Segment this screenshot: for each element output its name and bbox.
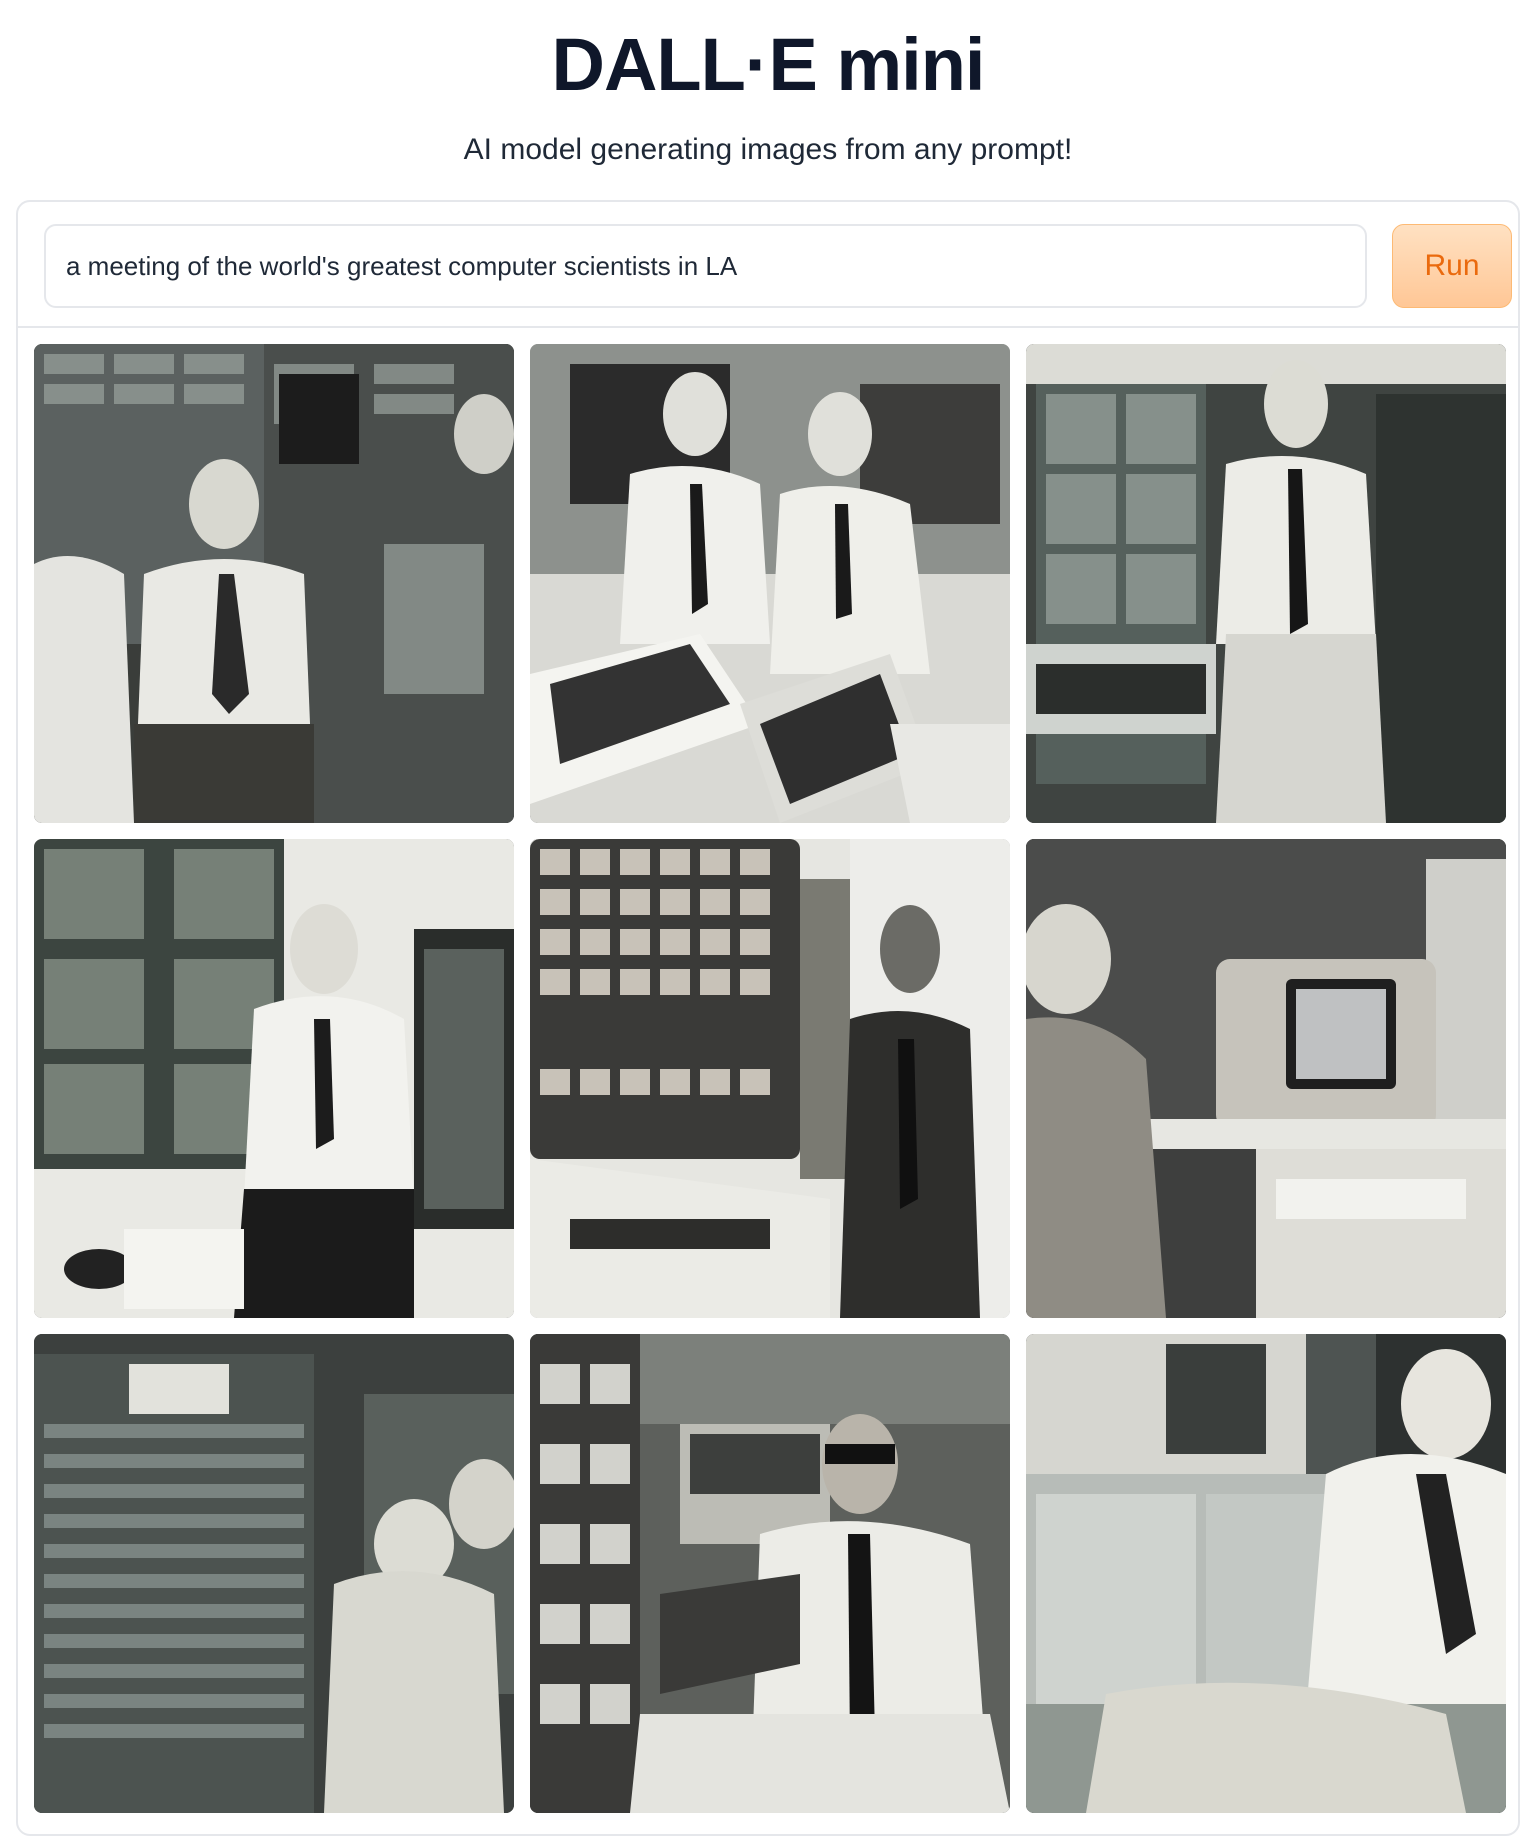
- image-content: [34, 344, 514, 823]
- generated-image-2[interactable]: [530, 344, 1010, 823]
- run-button[interactable]: Run: [1392, 224, 1512, 308]
- image-content: [530, 1334, 1010, 1813]
- image-gallery: [34, 344, 1506, 1822]
- image-content: [34, 839, 514, 1318]
- dalle-mini-page: DALL·E mini AI model generating images f…: [0, 0, 1536, 1846]
- generated-image-9[interactable]: [1026, 1334, 1506, 1813]
- generated-image-6[interactable]: [1026, 839, 1506, 1318]
- generated-image-3[interactable]: [1026, 344, 1506, 823]
- generated-image-7[interactable]: [34, 1334, 514, 1813]
- generated-image-8[interactable]: [530, 1334, 1010, 1813]
- image-content: [530, 839, 1010, 1318]
- generated-image-4[interactable]: [34, 839, 514, 1318]
- image-content: [1026, 839, 1506, 1318]
- generated-image-5[interactable]: [530, 839, 1010, 1318]
- image-content: [34, 1334, 514, 1813]
- image-content: [530, 344, 1010, 823]
- generator-card: Run: [16, 200, 1520, 1836]
- page-subtitle: AI model generating images from any prom…: [463, 133, 1073, 166]
- generated-image-1[interactable]: [34, 344, 514, 823]
- prompt-input[interactable]: [44, 224, 1367, 308]
- prompt-row: Run: [18, 202, 1518, 328]
- image-content: [1026, 344, 1506, 823]
- image-content: [1026, 1334, 1506, 1813]
- page-title: DALL·E mini: [551, 23, 986, 106]
